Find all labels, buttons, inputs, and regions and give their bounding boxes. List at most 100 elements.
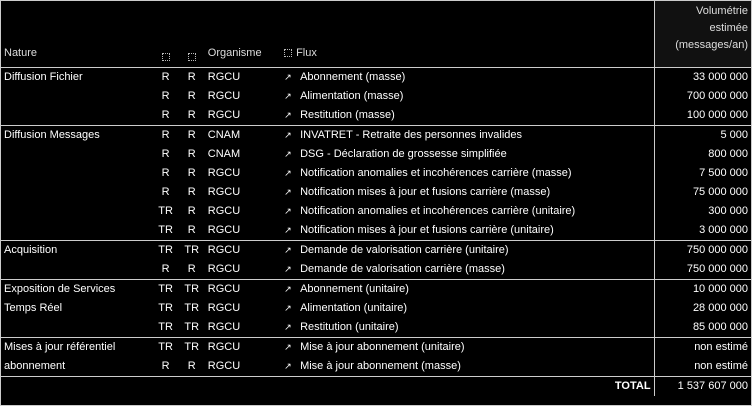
frequency-cell-1: TR	[152, 337, 179, 357]
frequency-cell-1: R	[161, 148, 170, 160]
flux-arrow-icon: ↗	[284, 361, 292, 371]
volume-cell: 7 500 000	[653, 164, 751, 183]
volume-cell: 300 000	[653, 202, 751, 221]
table-row: R R RGCU ↗ Notification anomalies et incohér…	[1, 164, 751, 183]
organisme-cell: RGCU	[207, 167, 241, 179]
nature-cell	[1, 87, 153, 106]
frequency-cell-1: R	[152, 67, 179, 87]
nature-cell	[1, 183, 153, 202]
filter-icon	[187, 53, 196, 61]
header-estimate-line1: Volumétrie	[696, 5, 748, 17]
table-row: Diffusion Messages R R CNAM ↗ INVATRET - Retr…	[1, 125, 751, 145]
nature-cell: abonnement	[4, 360, 66, 372]
nature-cell	[1, 164, 153, 183]
organisme-cell: RGCU	[204, 67, 282, 87]
nature-cell	[1, 260, 153, 280]
organisme-cell: RGCU	[207, 90, 241, 102]
table-row: abonnement R R RGCU ↗ Mise à jour abonnement …	[1, 357, 751, 377]
flux-arrow-icon: ↗	[284, 342, 292, 352]
frequency-cell-2: R	[187, 360, 196, 372]
frequency-cell-1: TR	[158, 205, 173, 217]
flux-cell: ↗ Abonnement (masse)	[281, 67, 655, 87]
header-flux: Flux	[281, 1, 655, 68]
spreadsheet: Nature Organisme Flux Volumétrie estimée…	[0, 0, 752, 406]
flux-arrow-icon: ↗	[284, 130, 292, 140]
frequency-cell-2: R	[187, 109, 196, 121]
flux-arrow-icon: ↗	[284, 149, 292, 159]
flux-arrow-icon: ↗	[284, 245, 292, 255]
flux-arrow-icon: ↗	[284, 264, 292, 274]
flux-arrow-icon: ↗	[284, 187, 292, 197]
organisme-cell: RGCU	[207, 224, 241, 236]
nature-cell	[1, 318, 153, 338]
flux-label: Restitution (masse)	[300, 109, 395, 121]
flux-cell: ↗ Abonnement (unitaire)	[281, 279, 655, 299]
table-row: Exposition de Services TR TR RGCU ↗ Abonnemen…	[1, 279, 751, 299]
frequency-cell-1: R	[161, 263, 170, 275]
header-filter-2[interactable]	[178, 1, 205, 68]
organisme-cell: RGCU	[204, 240, 282, 260]
flux-arrow-icon: ↗	[284, 284, 292, 294]
volume-cell: 10 000 000	[653, 279, 751, 299]
volume-cell: 100 000 000	[653, 106, 751, 126]
table-row: R R RGCU ↗ Alimentation (masse) 700 000 000	[1, 87, 751, 106]
frequency-cell-1: TR	[152, 279, 179, 299]
flux-arrow-icon: ↗	[284, 206, 292, 216]
table-row: R R CNAM ↗ DSG - Déclaration de grossesse si…	[1, 145, 751, 164]
table-row: Temps Réel TR TR RGCU ↗ Alimentation (unitair…	[1, 299, 751, 318]
volume-cell: 75 000 000	[653, 183, 751, 202]
table-row: R R RGCU ↗ Notification mises à jour et fusi…	[1, 183, 751, 202]
header-filter-1[interactable]	[152, 1, 179, 68]
flux-cell: ↗ DSG - Déclaration de grossesse simplifi…	[281, 145, 654, 164]
frequency-cell-1: R	[161, 109, 170, 121]
flux-cell: ↗ Mise à jour abonnement (unitaire)	[281, 337, 655, 357]
table-row: Mises à jour référentiel TR TR RGCU ↗ Mise à …	[1, 337, 751, 357]
nature-cell: Mises à jour référentiel	[1, 337, 153, 357]
table-row: Acquisition TR TR RGCU ↗ Demande de valorisat…	[1, 240, 751, 260]
flux-label: DSG - Déclaration de grossesse simplifié…	[300, 148, 507, 160]
organisme-cell: RGCU	[207, 263, 241, 275]
table-row: TR R RGCU ↗ Notification mises à jour et fus…	[1, 221, 751, 241]
organisme-cell: RGCU	[207, 360, 241, 372]
flux-cell: ↗ INVATRET - Retraite des personnes inval…	[281, 125, 655, 145]
flux-cell: ↗ Notification anomalies et incohérences …	[281, 164, 654, 183]
table-row: R R RGCU ↗ Restitution (masse) 100 000 000	[1, 106, 751, 126]
organisme-cell: RGCU	[207, 186, 241, 198]
flux-cell: ↗ Demande de valorisation carrière (masse…	[281, 260, 654, 280]
volume-cell: 5 000	[653, 125, 751, 145]
flux-cell: ↗ Restitution (unitaire)	[281, 318, 654, 338]
flux-arrow-icon: ↗	[284, 303, 292, 313]
table-row: Diffusion Fichier R R RGCU ↗ Abonnement (mass…	[1, 67, 751, 87]
frequency-cell-1: TR	[158, 321, 173, 333]
organisme-cell: CNAM	[207, 148, 241, 160]
organisme-cell: RGCU	[204, 337, 282, 357]
header-row: Nature Organisme Flux Volumétrie estimée…	[1, 1, 751, 68]
flux-label: INVATRET - Retraite des personnes invali…	[300, 129, 523, 141]
frequency-cell-2: TR	[184, 302, 200, 314]
flux-label: Notification mises à jour et fusions car…	[300, 186, 551, 198]
nature-cell: Acquisition	[1, 240, 153, 260]
volume-cell: 33 000 000	[653, 67, 751, 87]
flux-cell: ↗ Notification mises à jour et fusions ca…	[281, 221, 654, 241]
frequency-cell-2: TR	[178, 240, 205, 260]
frequency-cell-2: TR	[178, 279, 205, 299]
nature-cell	[1, 202, 153, 221]
frequency-cell-1: TR	[158, 302, 173, 314]
frequency-cell-2: R	[178, 125, 205, 145]
frequency-cell-2: R	[187, 90, 196, 102]
flux-cell: ↗ Mise à jour abonnement (masse)	[281, 357, 654, 377]
flux-label: Notification mises à jour et fusions car…	[300, 224, 554, 236]
frequency-cell-1: R	[161, 186, 170, 198]
flux-label: Abonnement (masse)	[300, 71, 406, 83]
frequency-cell-2: R	[187, 224, 196, 236]
volume-cell: non estimé	[653, 357, 751, 377]
table-row: TR R RGCU ↗ Notification anomalies et incohé…	[1, 202, 751, 221]
flux-arrow-icon: ↗	[284, 168, 292, 178]
organisme-cell: CNAM	[204, 125, 282, 145]
nature-cell	[1, 221, 153, 241]
frequency-cell-1: R	[161, 90, 170, 102]
frequency-cell-2: R	[187, 263, 196, 275]
filter-icon	[161, 53, 170, 61]
flux-label: Alimentation (masse)	[300, 90, 404, 102]
total-value: 1 537 607 000	[653, 376, 751, 396]
